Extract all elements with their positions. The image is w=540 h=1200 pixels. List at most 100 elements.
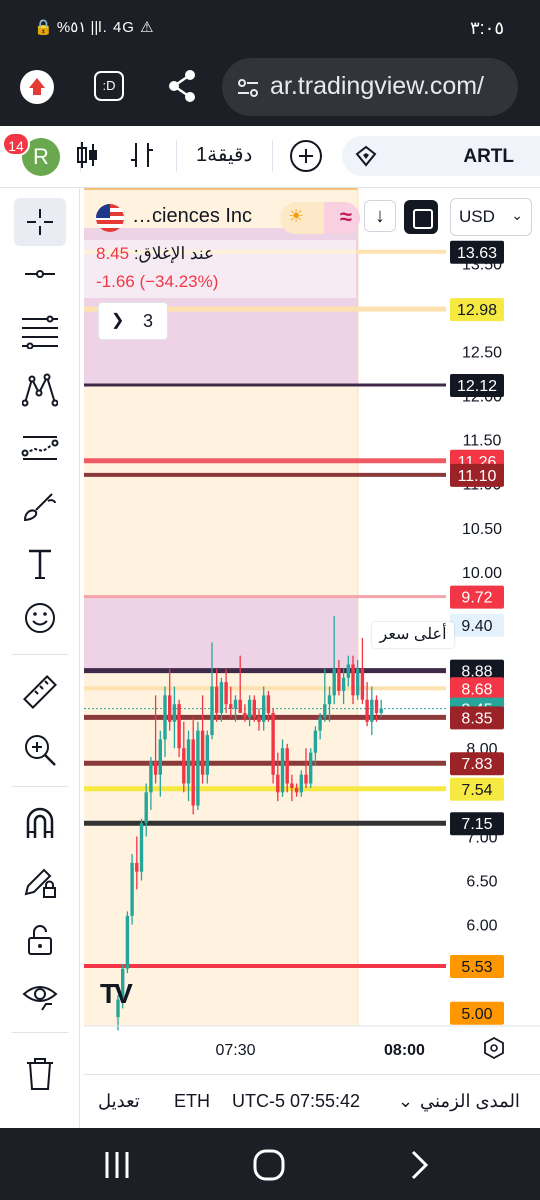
price-badge-label: 12.98	[457, 302, 497, 319]
candle-body	[229, 704, 233, 709]
candle-body	[313, 730, 318, 753]
indicator-count: 3	[142, 311, 153, 331]
close-value: 8.45	[96, 244, 130, 263]
crosshair-tool[interactable]	[14, 198, 66, 246]
fullscreen-icon[interactable]	[404, 200, 438, 234]
ruler-icon	[23, 675, 57, 709]
candle-body	[215, 686, 219, 713]
chevron-down-icon[interactable]: ⌄	[398, 1091, 413, 1112]
scroll-down-button[interactable]: ↓	[364, 200, 396, 232]
fib-tool[interactable]	[14, 308, 66, 356]
candle-body	[304, 774, 308, 784]
recent-apps-icon[interactable]	[102, 1148, 132, 1182]
candles-icon[interactable]	[74, 140, 100, 170]
candle-body	[356, 668, 360, 696]
price-badge-label: 7.83	[461, 756, 492, 773]
symbol-search[interactable]: ARTL	[342, 136, 540, 176]
candle-body	[158, 739, 162, 775]
candle-body	[243, 712, 247, 718]
toolbar-divider	[12, 654, 68, 655]
chevron-down-icon: ⌄	[511, 207, 523, 223]
bar-style-icon[interactable]	[128, 140, 156, 170]
magnet-tool[interactable]	[14, 800, 66, 848]
candle-body	[374, 699, 379, 713]
indicators-toggle[interactable]: ❯ 3	[98, 302, 168, 340]
hide-drawings-tool[interactable]	[14, 972, 66, 1020]
y-tick-label: 10.50	[462, 521, 502, 538]
home-icon[interactable]	[20, 70, 54, 104]
candle-body	[200, 730, 205, 775]
candle-body	[262, 695, 266, 722]
timezone-clock[interactable]: UTC-5 07:55:42	[232, 1091, 360, 1112]
candle-body	[318, 717, 322, 731]
candle-body	[144, 792, 148, 824]
currency-select[interactable]: USD ⌄	[450, 198, 532, 236]
chart-area[interactable]: 6.006.507.008.0010.0010.5011.0011.5012.0…	[84, 188, 540, 1074]
candle-body	[233, 699, 238, 709]
zoom-tool[interactable]	[14, 726, 66, 774]
price-badge-label: 9.72	[461, 590, 492, 607]
candle-body	[309, 752, 313, 784]
price-badge-label: 7.15	[461, 816, 492, 833]
candle-body	[299, 774, 303, 793]
ruler-tool[interactable]	[14, 668, 66, 716]
lock-all-tool[interactable]	[14, 916, 66, 964]
candle-body	[125, 915, 130, 969]
market-session-badge[interactable]: ☀ ≈	[280, 202, 360, 234]
candle-body	[370, 699, 374, 722]
ohlc-legend: عند الإغلاق: 8.45 -1.66 (−34.23%)	[84, 240, 356, 298]
candle-body	[294, 787, 299, 793]
site-settings-icon[interactable]	[236, 76, 260, 100]
candle-body	[379, 708, 383, 713]
interval-selector[interactable]: 1دقيقة	[196, 142, 252, 167]
browser-bar: :D ar.tradingview.com/	[0, 56, 540, 126]
price-badge-label: 7.54	[461, 782, 492, 799]
system-nav-bar	[0, 1128, 540, 1200]
share-icon[interactable]	[166, 69, 198, 103]
candle-body	[276, 774, 280, 793]
candle-body	[182, 748, 186, 784]
date-range-button[interactable]: المدى الزمني	[420, 1091, 520, 1112]
candle-body	[205, 735, 209, 775]
candle-body	[327, 695, 332, 705]
x-tick-label: 08:00	[384, 1042, 425, 1059]
candle-body	[172, 704, 177, 722]
status-icons: 🔒 %٥١ ||l. 4G ⚠	[34, 19, 155, 36]
price-badge-label: 5.53	[461, 959, 492, 976]
pattern-tool[interactable]	[14, 366, 66, 414]
edit-button[interactable]: تعديل	[98, 1091, 140, 1112]
candle-body	[168, 695, 172, 722]
candle-body	[271, 712, 275, 775]
candle-body	[186, 739, 191, 784]
candle-body	[346, 664, 350, 678]
lock-drawings-tool[interactable]	[14, 858, 66, 906]
tabs-button[interactable]: :D	[94, 71, 124, 101]
highest-price-label: أعلى سعر	[372, 622, 454, 648]
candle-body	[332, 668, 336, 696]
chart-toolbar: R 14 1دقيقة ARTL	[0, 126, 540, 188]
address-bar[interactable]: ar.tradingview.com/	[222, 58, 518, 116]
prediction-tool[interactable]	[14, 424, 66, 472]
status-time: ٣:٠٥	[469, 18, 504, 38]
price-badge-label: 13.63	[457, 245, 497, 262]
crosshair-icon	[27, 209, 53, 235]
y-tick-label: 12.50	[462, 344, 502, 361]
session-exchange[interactable]: ETH	[174, 1091, 210, 1112]
trend-line-tool[interactable]	[14, 250, 66, 298]
candle-body	[139, 823, 144, 872]
brush-tool[interactable]	[14, 482, 66, 530]
candle-body	[153, 761, 158, 775]
price-badge-label: 8.68	[461, 681, 492, 698]
text-tool[interactable]	[14, 540, 66, 588]
back-icon[interactable]	[406, 1148, 432, 1182]
price-badge-label: 11.10	[458, 468, 497, 485]
url-text: ar.tradingview.com/	[270, 72, 484, 100]
chart-bottom-bar: تعديل ETH UTC-5 07:55:42 ⌄ المدى الزمني	[84, 1074, 540, 1128]
toolbar-divider	[272, 140, 273, 172]
emoji-tool[interactable]	[14, 594, 66, 642]
delete-tool[interactable]	[14, 1050, 66, 1098]
add-symbol-button[interactable]	[290, 140, 322, 172]
candle-body	[210, 686, 214, 736]
home-nav-icon[interactable]	[252, 1148, 286, 1182]
session-border	[84, 188, 358, 190]
